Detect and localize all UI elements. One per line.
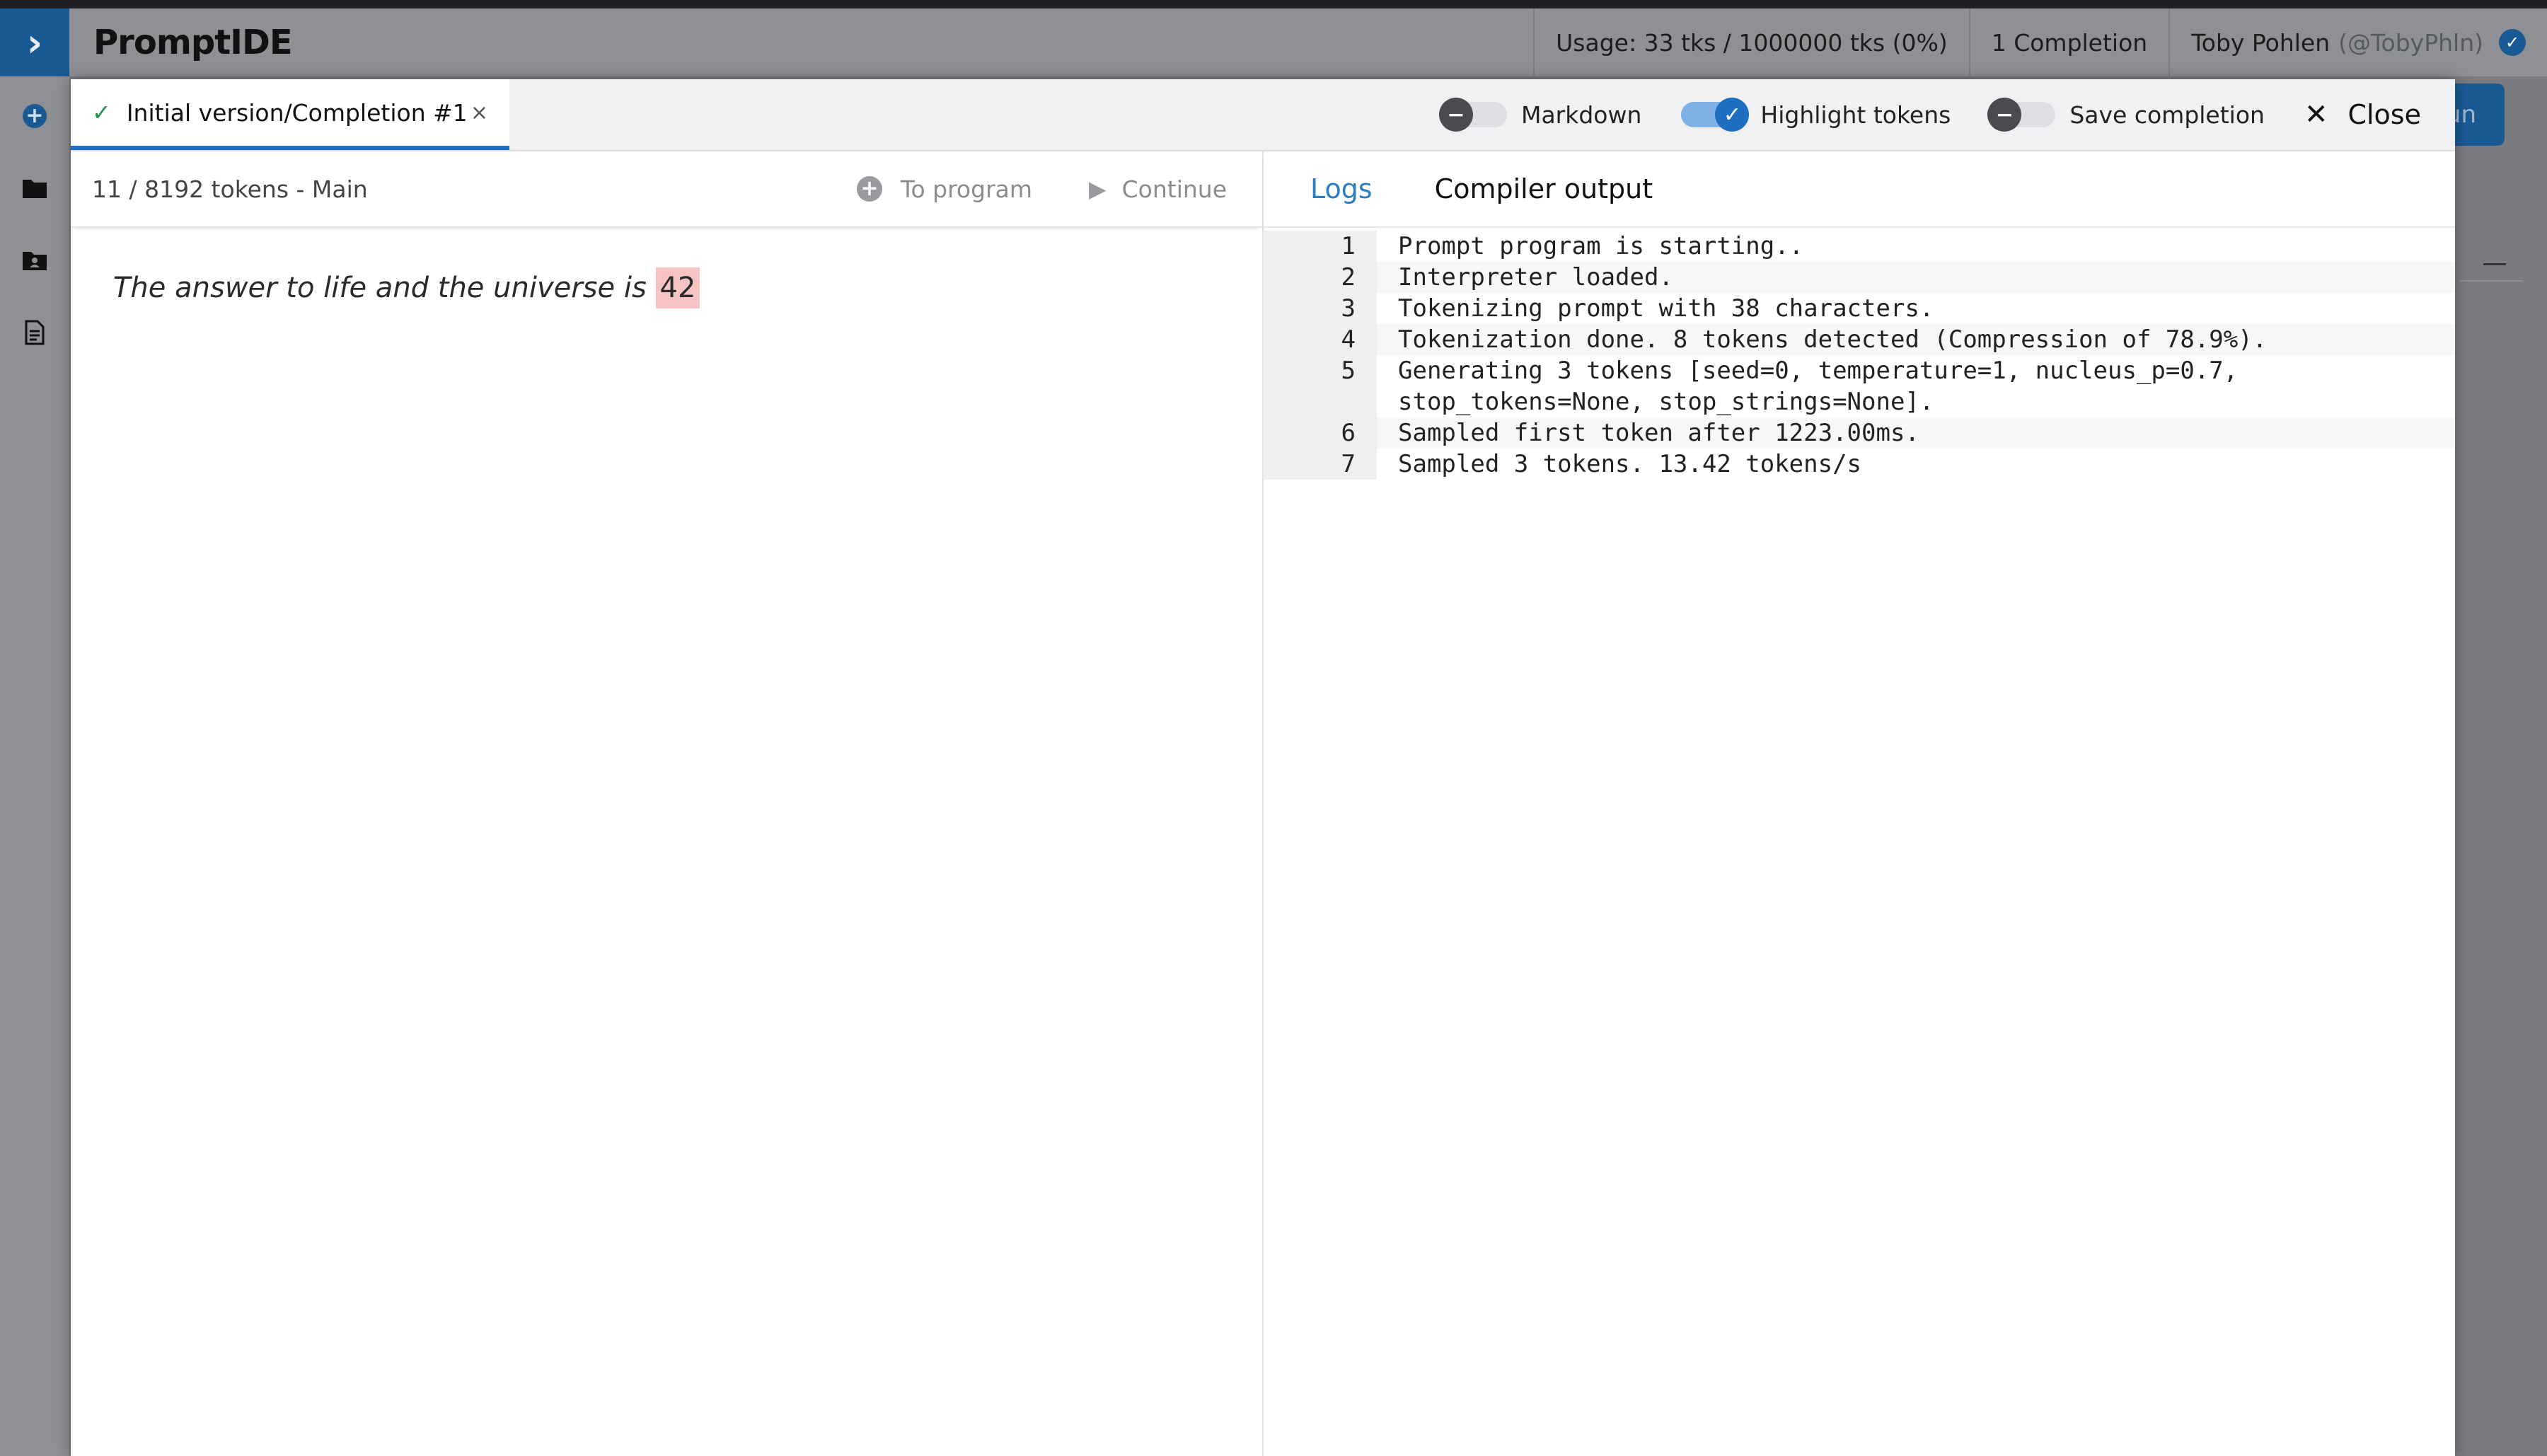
background-divider [2483,263,2506,265]
log-line: 2 Interpreter loaded. [1264,262,2455,293]
minus-icon: − [1987,98,2022,132]
highlight-tokens-switch[interactable]: ✓ [1681,98,1750,132]
add-icon[interactable]: + [21,102,49,130]
save-completion-switch[interactable]: − [1987,98,2056,132]
background-line [2459,280,2523,282]
tab-label: Initial version/Completion #1 [126,98,468,127]
output-pane: Logs Compiler output 1 Prompt program is … [1264,151,2455,1456]
to-program-button[interactable]: + To program [856,175,1032,203]
line-number: 6 [1264,417,1377,449]
minus-icon: − [1438,98,1473,132]
close-button[interactable]: ✕ Close [2304,98,2421,131]
log-text: Generating 3 tokens [seed=0, temperature… [1398,357,2239,416]
highlight-tokens-toggle[interactable]: ✓ Highlight tokens [1681,98,1951,132]
window-top-strip [0,0,2547,8]
plus-circle-icon: + [856,176,882,202]
user-name: Toby Pohlen [2191,28,2331,57]
continue-button[interactable]: ▶ Continue [1089,175,1227,203]
continue-label: Continue [1121,175,1227,203]
completion-count[interactable]: 1 Completion [1968,8,2169,76]
save-completion-label: Save completion [2069,100,2265,129]
dialog-tab-bar: ✓ Initial version/Completion #1 × − Mark… [71,79,2455,151]
save-completion-toggle[interactable]: − Save completion [1987,98,2265,132]
completion-text: The answer to life and the universe is 4… [71,228,1262,308]
check-circle-icon: ✓ [2499,29,2526,56]
log-text: Sampled 3 tokens. 13.42 tokens/s [1398,450,1862,478]
completion-toolbar: 11 / 8192 tokens - Main + To program ▶ C… [71,151,1262,228]
dialog-controls: − Markdown ✓ Highlight tokens − Save com… [1438,79,2455,150]
header-status-bar: Usage: 33 tks / 1000000 tks (0%) 1 Compl… [1533,8,2547,76]
log-line: 1 Prompt program is starting.. [1264,231,2455,262]
logo-icon[interactable]: › [0,8,69,76]
log-text: Interpreter loaded. [1377,262,2455,293]
document-icon[interactable] [21,318,49,347]
generated-token[interactable]: 42 [655,267,700,308]
to-program-label: To program [900,175,1032,203]
markdown-label: Markdown [1520,100,1642,129]
log-text: Tokenizing prompt with 38 characters. [1398,294,1934,323]
log-viewer[interactable]: 1 Prompt program is starting.. 2 Interpret… [1264,231,2455,480]
check-icon: ✓ [1715,98,1750,132]
play-icon: ▶ [1089,175,1107,202]
user-menu[interactable]: Toby Pohlen (@TobyPhln) ✓ [2168,8,2547,76]
log-text: Tokenization done. 8 tokens detected (Co… [1377,324,2455,355]
user-handle: (@TobyPhln) [2338,28,2483,57]
tab-logs[interactable]: Logs [1310,173,1373,204]
line-number: 3 [1264,293,1377,324]
sidebar: + [0,76,71,1456]
token-count: 11 / 8192 tokens - Main [92,175,368,203]
app-header: › PromptIDE Usage: 33 tks / 1000000 tks … [0,8,2547,76]
log-line: 7 Sampled 3 tokens. 13.42 tokens/s [1264,449,2455,480]
line-number: 4 [1264,324,1377,355]
log-line: 6 Sampled first token after 1223.00ms. [1264,417,2455,449]
log-text: Sampled first token after 1223.00ms. [1377,417,2455,449]
markdown-toggle[interactable]: − Markdown [1438,98,1642,132]
line-number: 5 [1264,355,1377,417]
tab-compiler-output[interactable]: Compiler output [1435,173,1653,204]
prompt-text: The answer to life and the universe is [113,272,647,304]
line-number: 7 [1264,449,1377,480]
output-tabs: Logs Compiler output [1264,151,2455,228]
check-icon: ✓ [92,99,111,126]
completion-dialog: ✓ Initial version/Completion #1 × − Mark… [71,79,2455,1456]
app-title: PromptIDE [93,23,293,62]
completion-pane: 11 / 8192 tokens - Main + To program ▶ C… [71,151,1264,1456]
close-icon: ✕ [2304,98,2328,131]
folder-icon[interactable] [21,174,49,202]
usage-indicator: Usage: 33 tks / 1000000 tks (0%) [1533,8,1969,76]
close-tab-icon[interactable]: × [470,100,488,125]
log-line: 3 Tokenizing prompt with 38 characters. [1264,293,2455,324]
log-line: 4 Tokenization done. 8 tokens detected (C… [1264,324,2455,355]
line-number: 1 [1264,231,1377,262]
log-text: Prompt program is starting.. [1398,232,1804,260]
highlight-tokens-label: Highlight tokens [1760,100,1951,129]
tab-completion[interactable]: ✓ Initial version/Completion #1 × [71,79,509,150]
close-label: Close [2347,99,2421,130]
log-line: 5 Generating 3 tokens [seed=0, temperatur… [1264,355,2455,417]
markdown-switch[interactable]: − [1438,98,1507,132]
shared-folder-icon[interactable] [21,246,49,275]
line-number: 2 [1264,262,1377,293]
